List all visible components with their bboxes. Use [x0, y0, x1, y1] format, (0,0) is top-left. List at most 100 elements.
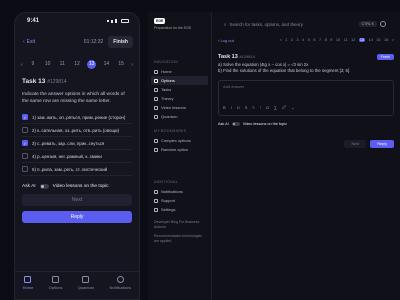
- gear-icon: [154, 207, 158, 212]
- sidebar-item-support[interactable]: Support: [148, 196, 211, 205]
- option-text: 1) заж..жать, оп..ряться, прим..рение (с…: [32, 114, 126, 120]
- sidebar-item-home[interactable]: Home: [148, 67, 211, 76]
- tab-label: Quantum: [77, 285, 95, 290]
- tasks-icon: [154, 87, 158, 92]
- footer-link[interactable]: Developer Blog For Business Authors: [148, 220, 211, 230]
- search-bar[interactable]: ⌕ Search for tasks, options, and theory …: [220, 18, 390, 30]
- pager-number[interactable]: 4: [302, 38, 304, 42]
- pager-number[interactable]: 7: [319, 38, 321, 42]
- video-lessons-link[interactable]: Video lessons on the topic: [53, 184, 109, 189]
- sidebar-item-theory[interactable]: Theory: [148, 94, 211, 103]
- pager-number[interactable]: 3: [297, 38, 299, 42]
- next-button[interactable]: Next: [22, 194, 132, 206]
- editor-tool-button[interactable]: U: [237, 105, 240, 112]
- pager-number[interactable]: 15: [117, 60, 126, 69]
- chevron-right-icon[interactable]: ›: [131, 62, 133, 68]
- sidebar: EGE Preparation for the EGE NAVIGATION H…: [148, 12, 212, 300]
- pager-number[interactable]: 9: [28, 60, 37, 69]
- tab-home[interactable]: Home: [23, 276, 33, 299]
- video-lessons-link[interactable]: Video lessons on the topic: [243, 122, 287, 126]
- ask-ai-row: Ask AI Video lessons on the topic: [15, 176, 139, 189]
- pager-number[interactable]: 12: [351, 38, 355, 42]
- pager-number[interactable]: 1: [285, 38, 287, 42]
- logout-label: Log out: [220, 37, 234, 43]
- pager-number[interactable]: 14: [369, 38, 373, 42]
- pager-number[interactable]: <: [280, 38, 282, 42]
- sidebar-item-quantum[interactable]: Quantum: [148, 112, 211, 121]
- logo[interactable]: EGE: [148, 12, 211, 24]
- search-input[interactable]: Search for tasks, options, and theory: [230, 22, 303, 27]
- sidebar-item-notifications[interactable]: Notifications: [148, 187, 211, 196]
- pager-number[interactable]: 5: [308, 38, 310, 42]
- editor-tool-button[interactable]: S: [245, 105, 248, 112]
- pager-number[interactable]: 2: [291, 38, 293, 42]
- pager-number[interactable]: 12: [72, 60, 81, 69]
- checkbox[interactable]: [22, 166, 28, 172]
- editor-tool-button[interactable]: 🖉: [282, 105, 286, 112]
- sidebar-item-options[interactable]: Options: [151, 76, 208, 85]
- answer-option[interactable]: ✓ 1) заж..жать, оп..ряться, прим..рение …: [22, 111, 132, 124]
- finish-button[interactable]: Finish: [108, 36, 133, 48]
- checkbox-checked[interactable]: ✓: [22, 114, 28, 120]
- editor-tool-button[interactable]: ∑: [274, 105, 277, 112]
- answer-option[interactable]: ✓ 3) с..ревать, зар..сли, прик..снуться: [22, 137, 132, 150]
- pager-number[interactable]: 10: [43, 60, 52, 69]
- editor-tool-button[interactable]: ⁝: [260, 105, 261, 112]
- answer-option[interactable]: 2) к..сательная, оз..рить, отв..рить (ов…: [22, 124, 132, 137]
- answer-input[interactable]: Add answer: [219, 81, 393, 92]
- editor-tool-button[interactable]: ⌄: [291, 105, 294, 112]
- editor-tool-button[interactable]: ≡: [252, 105, 254, 112]
- tab-quantum[interactable]: Quantum: [77, 276, 95, 299]
- pager-number-active[interactable]: 13: [87, 60, 97, 69]
- timer: 01:12:32: [83, 39, 104, 45]
- editor-tool-button[interactable]: B: [223, 105, 226, 112]
- tab-options[interactable]: Options: [49, 276, 62, 299]
- support-icon: [154, 198, 158, 203]
- pager-number-active[interactable]: 13: [358, 38, 366, 42]
- reply-button[interactable]: Reply: [370, 140, 394, 148]
- pager-number[interactable]: 8: [325, 38, 327, 42]
- settings-icon[interactable]: [380, 21, 386, 27]
- additional-section-title: ADDITIONAL: [154, 180, 179, 184]
- question-b: b) Find the solutions of the equation th…: [218, 68, 351, 73]
- sidebar-item-random-option[interactable]: Random option: [148, 145, 211, 154]
- editor-tool-button[interactable]: Ω: [266, 105, 269, 112]
- pager-number[interactable]: >: [392, 38, 394, 42]
- pager-number[interactable]: 6: [313, 38, 315, 42]
- checkbox-checked[interactable]: ✓: [22, 140, 28, 146]
- home-icon: [154, 69, 158, 74]
- answer-option[interactable]: 4) р..цензия, нег..рамный, к..смики: [22, 150, 132, 163]
- pager-number[interactable]: 16: [384, 38, 388, 42]
- pager-number[interactable]: 15: [376, 38, 380, 42]
- sidebar-item-label: Support: [161, 198, 176, 203]
- pager-number[interactable]: 14: [102, 60, 111, 69]
- finish-button[interactable]: Finish: [376, 54, 394, 60]
- answer-option[interactable]: 5) п..рила, зам..реть, ст..листический: [22, 163, 132, 176]
- mobile-app-screen: 9:41 ‹ Exit 01:12:32 Finish ‹ 9 10 11 12…: [14, 12, 140, 300]
- logout-button[interactable]: ‹ Log out: [218, 38, 234, 43]
- desktop-app-screen: EGE Preparation for the EGE NAVIGATION H…: [148, 12, 400, 300]
- sidebar-item-label: Random option: [161, 147, 189, 152]
- exit-button[interactable]: ‹ Exit: [23, 39, 35, 45]
- sidebar-item-settings[interactable]: Settings: [148, 205, 211, 214]
- ask-ai-toggle[interactable]: [231, 122, 240, 126]
- sidebar-item-complex-options[interactable]: Complex options: [148, 136, 211, 145]
- reply-button[interactable]: Reply: [22, 211, 132, 223]
- pager-number[interactable]: 10: [336, 38, 340, 42]
- sidebar-item-tasks[interactable]: Tasks: [148, 85, 211, 94]
- options-icon: [154, 78, 158, 83]
- editor-tool-button[interactable]: I: [231, 105, 232, 112]
- chevron-left-icon[interactable]: ‹: [21, 62, 23, 68]
- sidebar-item-label: Settings: [161, 207, 176, 212]
- sidebar-item-video-lessons[interactable]: Video lessons: [148, 103, 211, 112]
- answer-editor[interactable]: Add answer B I U S ≡ ⁝ Ω ∑ 🖉 ⌄: [218, 80, 394, 116]
- next-button[interactable]: Next: [344, 140, 367, 148]
- checkbox[interactable]: [22, 127, 28, 133]
- tab-notifications[interactable]: Notifications: [110, 276, 131, 299]
- pager-number[interactable]: 9: [330, 38, 332, 42]
- task-pager: <1 2 3 4 5 6 7 8 9 10 11 12 13 14 15 16 >: [280, 38, 394, 42]
- checkbox[interactable]: [22, 153, 28, 159]
- ask-ai-toggle[interactable]: [39, 184, 49, 189]
- pager-number[interactable]: 11: [344, 38, 348, 42]
- pager-number[interactable]: 11: [58, 60, 67, 69]
